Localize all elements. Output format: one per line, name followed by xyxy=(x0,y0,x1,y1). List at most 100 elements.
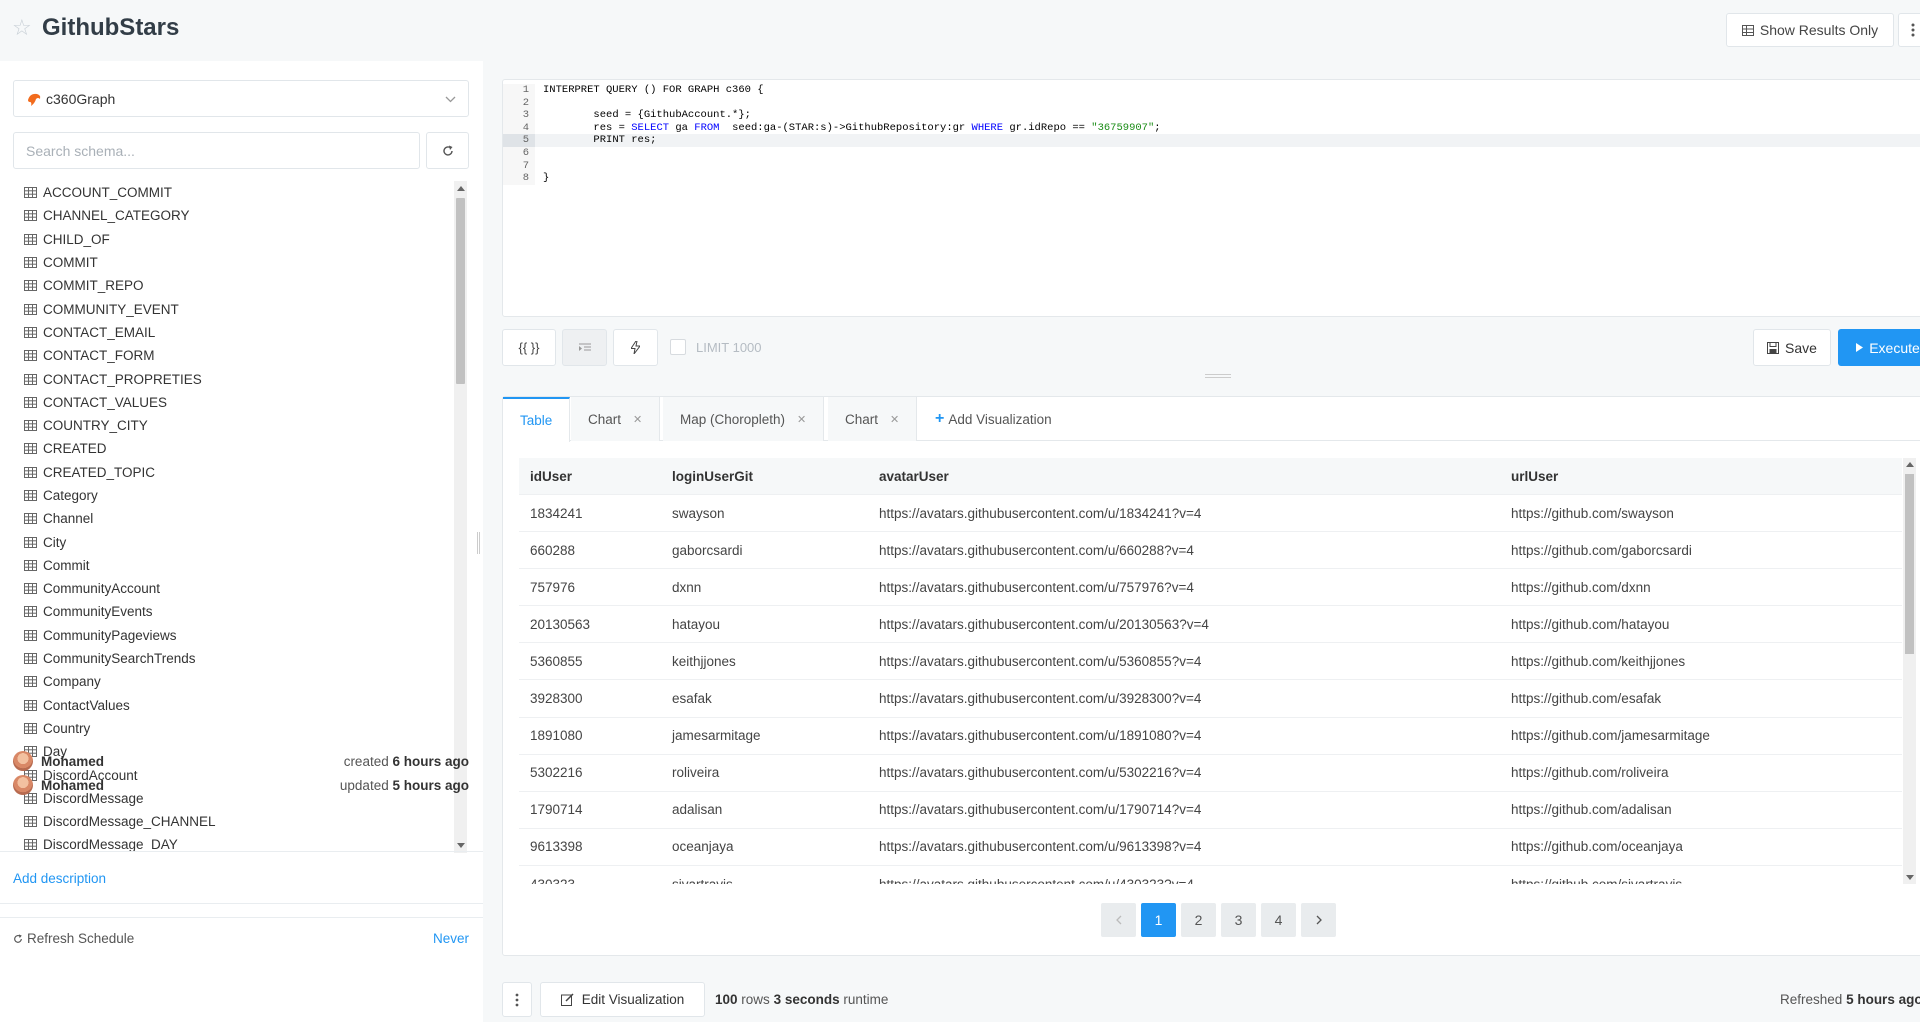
execute-button[interactable]: Execute xyxy=(1838,329,1920,366)
results-scrollbar[interactable] xyxy=(1903,458,1916,884)
checkbox-icon[interactable] xyxy=(670,339,686,355)
next-page-button[interactable] xyxy=(1301,903,1336,937)
schema-item[interactable]: COMMUNITY_EVENT xyxy=(0,297,452,320)
schema-item[interactable]: ACCOUNT_COMMIT xyxy=(0,181,452,204)
show-results-only-button[interactable]: Show Results Only xyxy=(1726,13,1894,47)
table-row[interactable]: 1834241 swayson https://avatars.githubuser… xyxy=(519,495,1902,532)
schema-item[interactable]: CommunitySearchTrends xyxy=(0,647,452,670)
more-actions-button[interactable] xyxy=(502,982,532,1017)
close-icon[interactable]: ✕ xyxy=(797,413,806,426)
close-icon[interactable]: ✕ xyxy=(890,413,899,426)
schema-item[interactable]: COMMIT xyxy=(0,251,452,274)
table-row[interactable]: 9613398 oceanjaya https://avatars.githubus… xyxy=(519,829,1902,866)
table-row[interactable]: 5302216 roliveira https://avatars.githubus… xyxy=(519,755,1902,792)
table-row[interactable]: 430323 sivartravis https://avatars.githubu… xyxy=(519,866,1902,885)
table-cell: https://avatars.githubusercontent.com/u/… xyxy=(879,542,1194,558)
schema-item[interactable]: COUNTRY_CITY xyxy=(0,414,452,437)
schema-item[interactable]: CommunityEvents xyxy=(0,600,452,623)
table-row[interactable]: 1891080 jamesarmitage https://avatars.gith… xyxy=(519,718,1902,755)
add-parameter-button[interactable]: {{ }} xyxy=(502,329,556,366)
page-button-4[interactable]: 4 xyxy=(1261,903,1296,937)
schema-item[interactable]: City xyxy=(0,530,452,553)
schema-item[interactable]: CREATED_TOPIC xyxy=(0,461,452,484)
column-header[interactable]: urlUser xyxy=(1511,469,1558,484)
table-row[interactable]: 757976 dxnn https://avatars.githubusercont… xyxy=(519,569,1902,607)
column-header[interactable]: idUser xyxy=(530,469,572,484)
schema-item[interactable]: CHANNEL_CATEGORY xyxy=(0,204,452,227)
column-header[interactable]: avatarUser xyxy=(879,469,949,484)
page-button-2[interactable]: 2 xyxy=(1181,903,1216,937)
refresh-schedule-label: Refresh Schedule xyxy=(27,931,135,946)
schema-item[interactable]: Category xyxy=(0,484,452,507)
schema-item[interactable]: CONTACT_PROPRETIES xyxy=(0,367,452,390)
more-options-button[interactable] xyxy=(1898,13,1920,47)
schema-item[interactable]: CHILD_OF xyxy=(0,228,452,251)
table-row[interactable]: 1790714 adalisan https://avatars.githubuse… xyxy=(519,792,1902,829)
schema-search-input[interactable] xyxy=(13,132,420,169)
scroll-up-icon[interactable] xyxy=(457,186,465,191)
schema-item[interactable]: DiscordMessage_CHANNEL xyxy=(0,810,452,833)
schema-item[interactable]: DiscordMessage_DAY xyxy=(0,833,452,856)
star-icon[interactable]: ☆ xyxy=(12,17,32,39)
kebab-icon xyxy=(1911,23,1915,37)
schema-item-label: ACCOUNT_COMMIT xyxy=(43,185,172,201)
schema-item[interactable]: Country xyxy=(0,717,452,740)
datasource-select[interactable]: c360Graph xyxy=(13,80,469,117)
close-icon[interactable]: ✕ xyxy=(633,413,642,426)
query-editor[interactable]: 1 INTERPRET QUERY () FOR GRAPH c360 { 2 3… xyxy=(502,79,1920,317)
table-icon xyxy=(24,233,37,245)
scrollbar-thumb[interactable] xyxy=(1905,474,1914,654)
save-button[interactable]: Save xyxy=(1753,329,1831,366)
kebab-icon xyxy=(515,993,519,1006)
table-cell: https://avatars.githubusercontent.com/u/… xyxy=(879,728,1202,744)
tab-chart-2[interactable]: Chart ✕ xyxy=(828,397,918,441)
format-query-button[interactable] xyxy=(562,329,607,366)
prev-page-button[interactable] xyxy=(1101,903,1136,937)
table-icon xyxy=(24,536,37,548)
tab-chart[interactable]: Chart ✕ xyxy=(571,397,661,441)
schema-item[interactable]: CONTACT_FORM xyxy=(0,344,452,367)
refresh-schema-button[interactable] xyxy=(426,132,469,169)
scroll-up-icon[interactable] xyxy=(1906,462,1914,467)
add-description-link[interactable]: Add description xyxy=(13,871,106,886)
table-row[interactable]: 20130563 hatayou https://avatars.githubuse… xyxy=(519,606,1902,644)
schema-item-label: CREATED xyxy=(43,441,107,457)
schema-item[interactable]: Commit xyxy=(0,554,452,577)
schema-item[interactable]: CONTACT_EMAIL xyxy=(0,321,452,344)
table-row[interactable]: 3928300 esafak https://avatars.githubuserc… xyxy=(519,681,1902,718)
page-button-1[interactable]: 1 xyxy=(1141,903,1176,937)
add-visualization-button[interactable]: + Add Visualization xyxy=(935,397,1052,441)
schema-item[interactable]: ContactValues xyxy=(0,694,452,717)
schema-item[interactable]: CREATED xyxy=(0,437,452,460)
code-line: 2 xyxy=(503,96,1920,110)
query-stats: 100 rows 3 seconds runtime xyxy=(715,992,889,1007)
limit-checkbox[interactable]: LIMIT 1000 xyxy=(670,339,762,355)
scroll-down-icon[interactable] xyxy=(457,843,465,848)
schema-item-label: COMMIT_REPO xyxy=(43,278,144,294)
table-cell: https://avatars.githubusercontent.com/u/… xyxy=(879,505,1202,521)
tab-map-choropleth[interactable]: Map (Choropleth) ✕ xyxy=(663,397,825,441)
schema-item[interactable]: Company xyxy=(0,670,452,693)
refresh-schedule-value[interactable]: Never xyxy=(433,931,469,946)
page-title[interactable]: GithubStars xyxy=(42,14,179,42)
table-icon xyxy=(24,839,37,851)
table-row[interactable]: 660288 gaborcsardi https://avatars.githubu… xyxy=(519,532,1902,570)
table-icon xyxy=(24,699,37,711)
scrollbar-thumb[interactable] xyxy=(456,198,465,384)
page-button-3[interactable]: 3 xyxy=(1221,903,1256,937)
schema-item[interactable]: CommunityPageviews xyxy=(0,624,452,647)
scroll-down-icon[interactable] xyxy=(1906,875,1914,880)
table-cell: swayson xyxy=(672,505,725,521)
panel-resize-handle[interactable] xyxy=(477,532,480,554)
tab-table[interactable]: Table xyxy=(503,397,571,442)
table-row[interactable]: 5360855 keithjjones https://avatars.github… xyxy=(519,643,1902,681)
schema-item[interactable]: COMMIT_REPO xyxy=(0,274,452,297)
editor-resize-handle[interactable] xyxy=(1205,374,1231,378)
schema-item-label: ContactValues xyxy=(43,697,130,713)
edit-visualization-button[interactable]: Edit Visualization xyxy=(540,982,705,1017)
autocomplete-button[interactable] xyxy=(613,329,658,366)
schema-item[interactable]: Channel xyxy=(0,507,452,530)
schema-item[interactable]: CommunityAccount xyxy=(0,577,452,600)
schema-item[interactable]: CONTACT_VALUES xyxy=(0,391,452,414)
column-header[interactable]: loginUserGit xyxy=(672,469,753,484)
